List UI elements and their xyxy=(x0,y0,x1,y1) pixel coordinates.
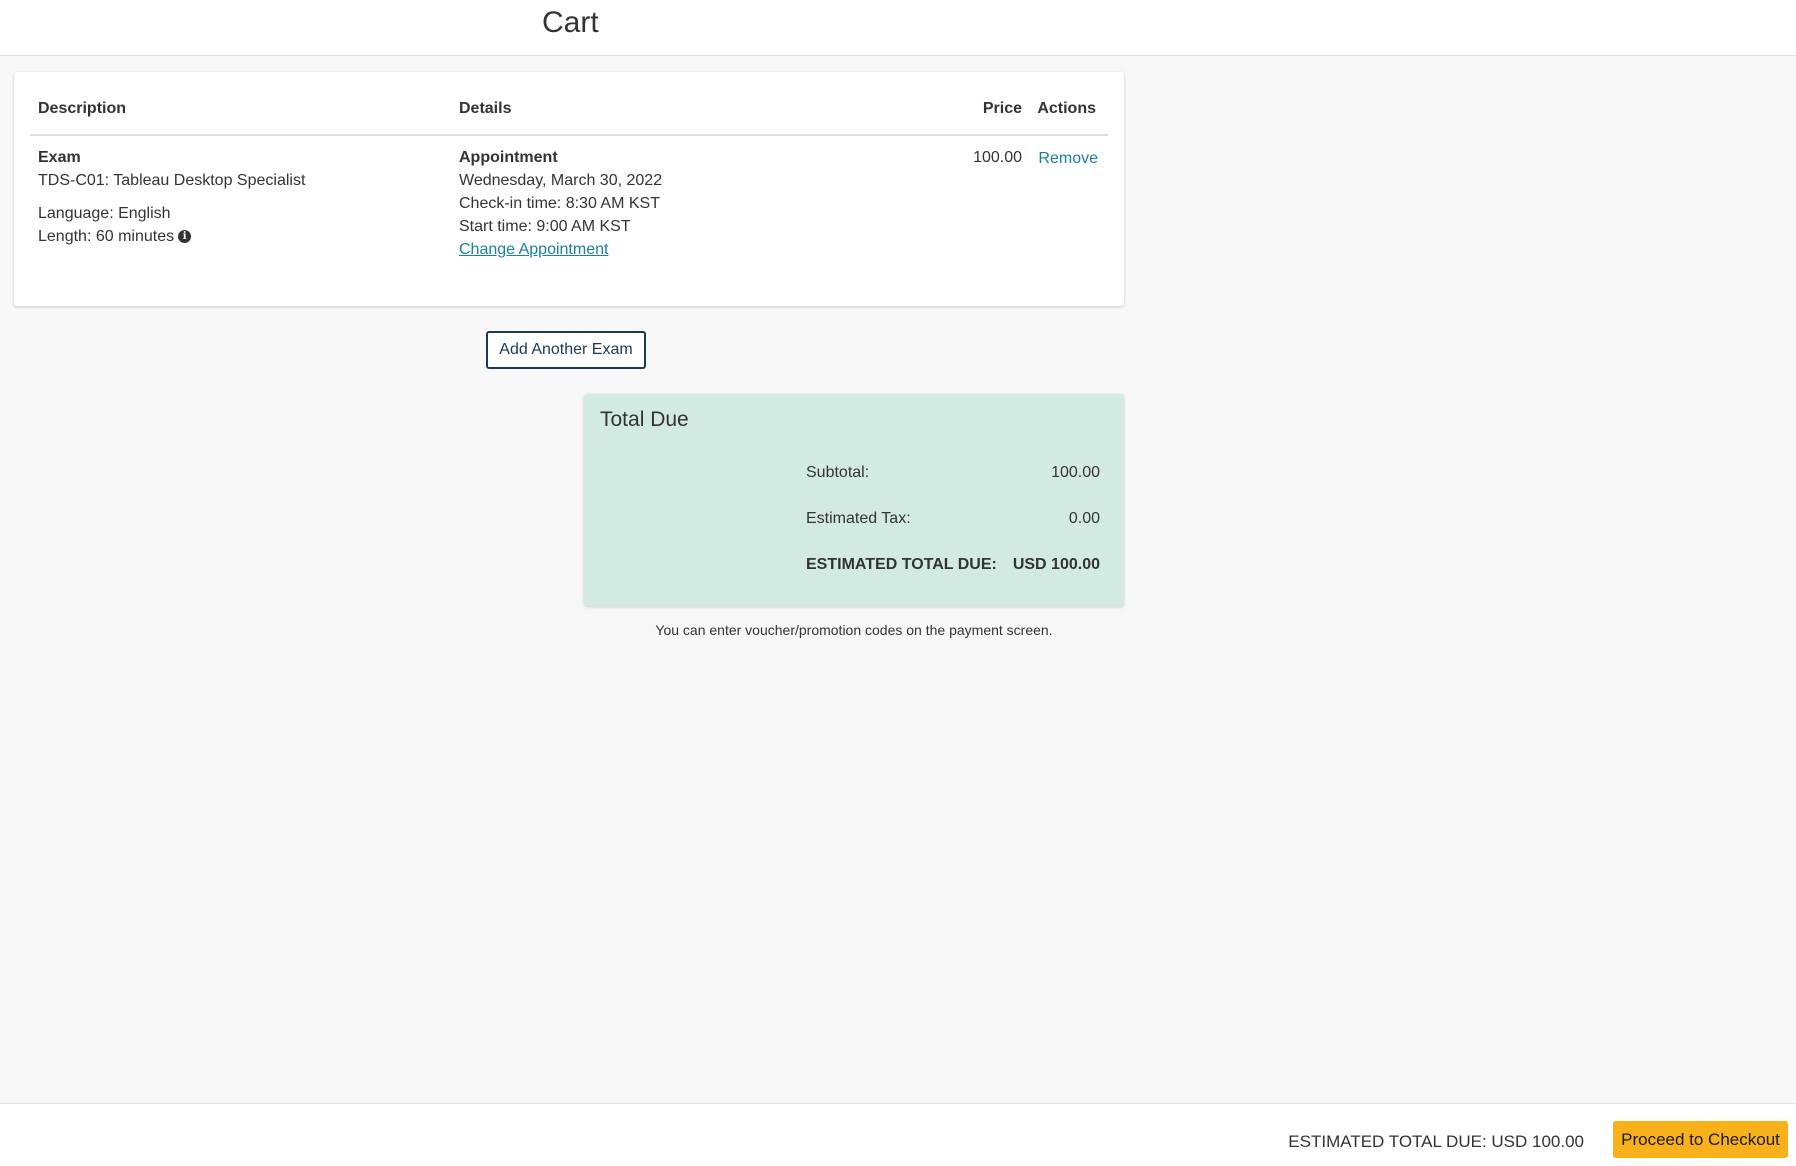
start-time: Start time: 9:00 AM KST xyxy=(459,218,631,235)
page-header: Cart xyxy=(0,0,1796,56)
tax-label: Estimated Tax: xyxy=(806,510,911,527)
info-icon[interactable]: i xyxy=(178,230,192,244)
column-header-price: Price xyxy=(982,100,1022,117)
add-another-exam-button[interactable]: Add Another Exam xyxy=(486,331,646,369)
checkout-footer: ESTIMATED TOTAL DUE: USD 100.00 Proceed … xyxy=(0,1103,1796,1166)
item-price: 100.00 xyxy=(973,149,1022,166)
table-header-divider xyxy=(30,134,1108,136)
page-title: Cart xyxy=(542,6,599,39)
column-header-actions: Actions xyxy=(1037,100,1096,117)
subtotal-label: Subtotal: xyxy=(806,464,870,481)
item-type: Exam xyxy=(38,149,81,166)
exam-length-row: Length: 60 minutes i xyxy=(38,225,305,248)
proceed-to-checkout-button[interactable]: Proceed to Checkout xyxy=(1613,1121,1788,1158)
cart-item-details: Appointment Wednesday, March 30, 2022 Ch… xyxy=(459,146,662,261)
estimated-total-value: USD 100.00 xyxy=(1012,556,1100,573)
tax-value: 0.00 xyxy=(1068,510,1100,527)
estimated-total-label: ESTIMATED TOTAL DUE: xyxy=(806,556,997,573)
subtotal-value: 100.00 xyxy=(1051,464,1100,481)
appointment-heading: Appointment xyxy=(459,149,558,166)
voucher-note: You can enter voucher/promotion codes on… xyxy=(655,622,1053,638)
total-due-panel: Total Due Subtotal: 100.00 Estimated Tax… xyxy=(584,394,1124,606)
appointment-date: Wednesday, March 30, 2022 xyxy=(459,172,663,189)
exam-language: Language: English xyxy=(38,205,171,222)
exam-name: TDS-C01: Tableau Desktop Specialist xyxy=(38,172,306,189)
cart-table: Description Details Price Actions Exam T… xyxy=(14,72,1124,306)
column-header-description: Description xyxy=(38,100,127,117)
checkin-time: Check-in time: 8:30 AM KST xyxy=(459,195,660,212)
remove-link[interactable]: Remove xyxy=(1038,150,1098,167)
change-appointment-link[interactable]: Change Appointment xyxy=(459,241,608,258)
exam-length: Length: 60 minutes xyxy=(38,228,175,245)
total-due-title: Total Due xyxy=(600,408,689,431)
column-header-details: Details xyxy=(459,100,512,117)
footer-total-due: ESTIMATED TOTAL DUE: USD 100.00 xyxy=(1288,1132,1584,1151)
cart-item-description: Exam TDS-C01: Tableau Desktop Specialist… xyxy=(38,146,305,248)
